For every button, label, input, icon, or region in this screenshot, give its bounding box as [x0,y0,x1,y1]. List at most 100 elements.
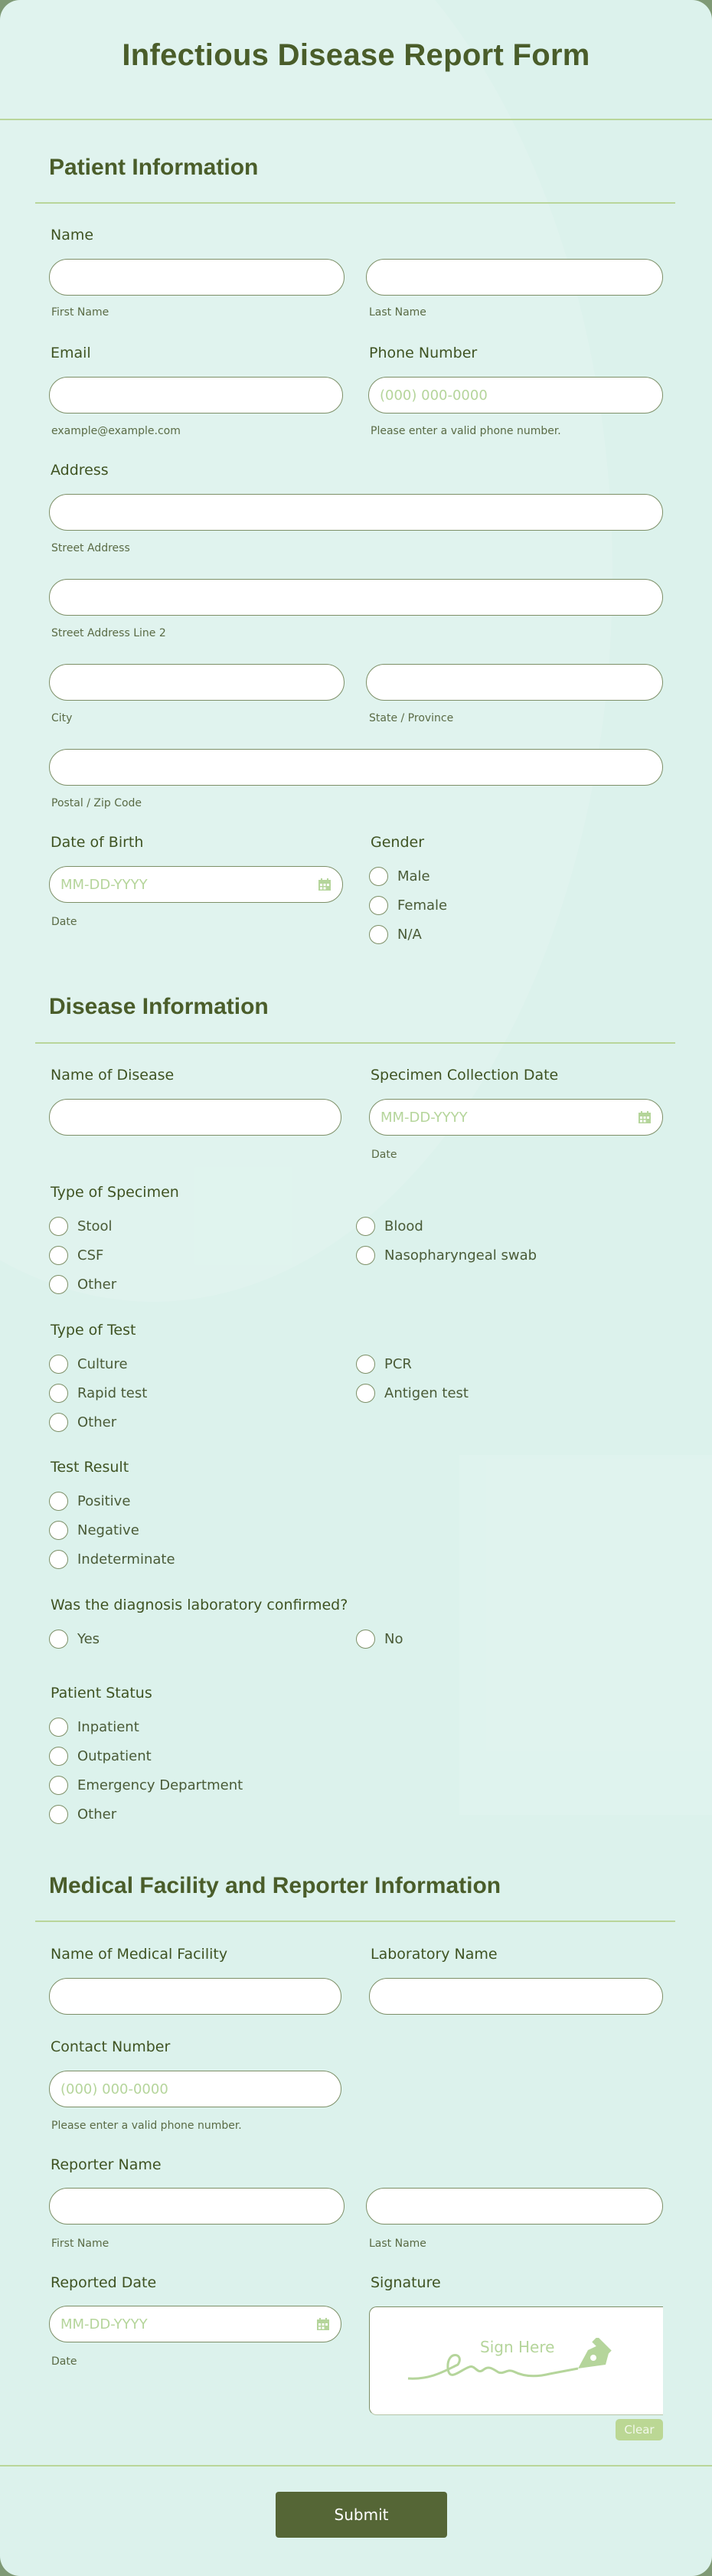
gender-option-na[interactable]: N/A [369,925,422,944]
radio-button[interactable] [356,1630,375,1649]
radio-button[interactable] [49,1550,68,1569]
calendar-icon[interactable] [638,1110,652,1124]
street-address-sublabel: Street Address [51,542,130,554]
option-label: Stool [77,1218,113,1234]
result-option-positive[interactable]: Positive [49,1492,130,1511]
form-card: Infectious Disease Report Form Patient I… [0,0,712,2576]
patient-status-label: Patient Status [51,1685,152,1702]
specimen-option-stool[interactable]: Stool [49,1217,113,1236]
gender-option-female[interactable]: Female [369,896,447,915]
calendar-icon[interactable] [316,2317,330,2331]
radio-button[interactable] [49,1747,68,1766]
radio-button[interactable] [369,867,388,886]
option-label: Yes [77,1631,100,1647]
address-label: Address [51,462,109,479]
radio-button[interactable] [49,1776,68,1795]
phone-placeholder: (000) 000-0000 [380,387,488,404]
gender-option-male[interactable]: Male [369,867,430,886]
signature-pad[interactable]: Sign Here [369,2306,663,2415]
phone-label: Phone Number [369,345,478,361]
test-type-label: Type of Test [51,1322,136,1339]
state-input[interactable] [366,664,663,701]
radio-button[interactable] [49,1630,68,1649]
last-name-input[interactable] [366,259,663,296]
reported-date-input[interactable]: MM-DD-YYYY [49,2306,341,2342]
radio-button[interactable] [356,1384,375,1403]
specimen-label: Type of Specimen [51,1184,179,1201]
reporter-first-name-input[interactable] [49,2188,345,2225]
test-option-other[interactable]: Other [49,1413,116,1432]
first-name-input[interactable] [49,259,345,296]
test-option-pcr[interactable]: PCR [356,1355,412,1374]
disease-name-label: Name of Disease [51,1067,175,1084]
radio-button[interactable] [49,1521,68,1540]
reporter-last-name-sublabel: Last Name [369,2238,426,2250]
test-result-label: Test Result [51,1459,129,1476]
radio-button[interactable] [49,1355,68,1374]
radio-button[interactable] [49,1805,68,1824]
status-option-inpatient[interactable]: Inpatient [49,1718,139,1737]
disease-name-input[interactable] [49,1099,341,1136]
zip-input[interactable] [49,749,663,786]
radio-button[interactable] [356,1217,375,1236]
signature-label: Signature [371,2274,441,2291]
result-option-indeterminate[interactable]: Indeterminate [49,1550,175,1569]
test-option-culture[interactable]: Culture [49,1355,128,1374]
name-label: Name [51,227,94,244]
status-option-emergency[interactable]: Emergency Department [49,1776,243,1795]
status-option-outpatient[interactable]: Outpatient [49,1747,152,1766]
radio-button[interactable] [49,1246,68,1265]
specimen-option-nasopharyngeal[interactable]: Nasopharyngeal swab [356,1246,537,1265]
section-title-facility: Medical Facility and Reporter Informatio… [49,1873,501,1898]
contact-placeholder: (000) 000-0000 [60,2081,168,2097]
radio-button[interactable] [49,1384,68,1403]
option-label: Inpatient [77,1719,139,1735]
street-address-line2-input[interactable] [49,579,663,616]
lab-name-input[interactable] [369,1978,663,2015]
radio-button[interactable] [49,1718,68,1737]
submit-button[interactable]: Submit [276,2492,447,2538]
calendar-icon[interactable] [318,878,332,891]
facility-name-input[interactable] [49,1978,341,2015]
radio-button[interactable] [369,925,388,944]
specimen-option-csf[interactable]: CSF [49,1246,103,1265]
status-option-other[interactable]: Other [49,1805,116,1824]
header-divider [0,119,712,120]
facility-name-label: Name of Medical Facility [51,1946,228,1963]
radio-button[interactable] [49,1275,68,1294]
radio-button[interactable] [356,1246,375,1265]
last-name-sublabel: Last Name [369,306,426,319]
collection-date-input[interactable]: MM-DD-YYYY [369,1099,663,1136]
contact-number-input[interactable]: (000) 000-0000 [49,2071,341,2107]
state-sublabel: State / Province [369,712,454,724]
option-label: Nasopharyngeal swab [384,1247,537,1263]
radio-button[interactable] [49,1413,68,1432]
option-label: No [384,1631,403,1647]
reported-date-sublabel: Date [51,2355,77,2368]
dob-input[interactable]: MM-DD-YYYY [49,866,343,903]
reporter-last-name-input[interactable] [366,2188,663,2225]
section-title-patient: Patient Information [49,155,259,180]
collection-date-label: Specimen Collection Date [371,1067,559,1084]
street-address-input[interactable] [49,494,663,531]
radio-button[interactable] [49,1217,68,1236]
email-input[interactable] [49,377,343,414]
confirmed-option-yes[interactable]: Yes [49,1630,100,1649]
specimen-option-blood[interactable]: Blood [356,1217,423,1236]
clear-signature-button[interactable]: Clear [616,2419,663,2440]
radio-button[interactable] [356,1355,375,1374]
result-option-negative[interactable]: Negative [49,1521,139,1540]
test-option-antigen[interactable]: Antigen test [356,1384,469,1403]
test-option-rapid[interactable]: Rapid test [49,1384,147,1403]
radio-button[interactable] [369,896,388,915]
email-sublabel: example@example.com [51,425,181,437]
confirmed-option-no[interactable]: No [356,1630,403,1649]
specimen-option-other[interactable]: Other [49,1275,116,1294]
option-label: Antigen test [384,1385,469,1401]
zip-sublabel: Postal / Zip Code [51,797,142,809]
phone-input[interactable]: (000) 000-0000 [368,377,663,414]
option-label: CSF [77,1247,104,1263]
city-input[interactable] [49,664,345,701]
option-label: PCR [384,1356,412,1372]
radio-button[interactable] [49,1492,68,1511]
